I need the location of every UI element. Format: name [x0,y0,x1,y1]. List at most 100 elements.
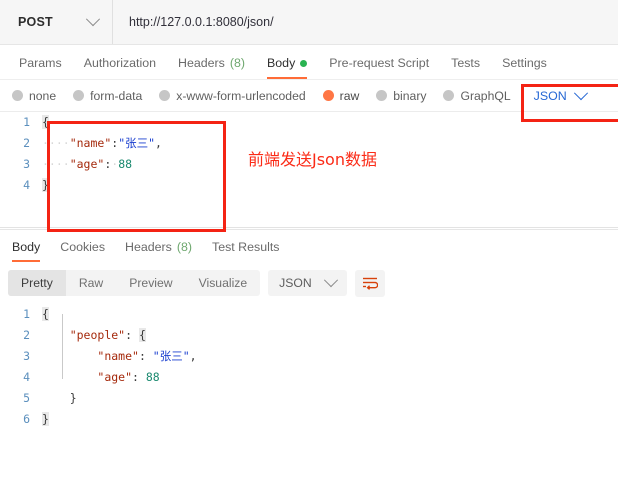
code-token: "age" [97,370,133,384]
code-token: : [125,328,139,342]
code-line: 1{ [0,112,618,133]
body-type-form-data[interactable]: form-data [73,89,142,103]
body-type-binary[interactable]: binary [376,89,426,103]
code-line-text: "age": 88 [42,367,160,388]
body-type-form-data-label: form-data [90,88,143,103]
code-token: } [69,391,77,405]
http-method-dropdown[interactable]: POST [0,0,113,44]
response-body-editor[interactable]: 1{2 "people": {3 "name": "张三", 4 "age": 8… [0,304,618,472]
code-token: } [42,178,49,192]
line-number: 2 [23,136,30,150]
code-line: 3 "name": "张三", [0,346,618,367]
code-token: "张三" [118,136,156,150]
response-tab-body-label: Body [12,240,41,254]
line-number: 1 [23,115,30,129]
code-line: 1{ [0,304,618,325]
code-line: 2 "people": { [0,325,618,346]
code-token: 88 [118,157,133,171]
response-tab-cookies-label: Cookies [60,240,106,254]
tab-authorization[interactable]: Authorization [73,56,167,79]
response-view-switch: Pretty Raw Preview Visualize [8,270,261,296]
response-tab-cookies[interactable]: Cookies [50,240,115,262]
body-type-urlencoded-label: x-www-form-urlencoded [176,88,306,103]
radio-icon [73,90,85,101]
code-token: , [155,136,162,150]
body-type-none[interactable]: none [12,89,56,103]
response-tab-headers-count: (8) [176,240,193,254]
body-type-raw[interactable]: raw [322,89,359,103]
line-number: 6 [23,412,30,426]
body-format-dropdown[interactable]: JSON [534,85,588,103]
radio-icon [443,90,455,101]
tab-settings-label: Settings [502,56,547,70]
response-view-pretty[interactable]: Pretty [8,270,66,296]
radio-icon [12,90,23,101]
response-body-code[interactable]: 1{2 "people": {3 "name": "张三", 4 "age": 8… [0,304,618,430]
line-number: 5 [23,391,30,405]
code-token: : [138,349,153,363]
code-token: "name" [69,136,112,150]
tab-headers-count: (8) [229,56,246,70]
tab-body-label: Body [267,56,296,70]
code-line-text: "name": "张三", [42,346,197,367]
body-type-binary-label: binary [393,88,427,103]
tab-body[interactable]: Body [256,56,318,79]
code-line-text: } [42,175,49,196]
code-line-text: ····"age":·88 [42,154,132,175]
response-tab-body[interactable]: Body [2,240,50,262]
code-line: 6} [0,409,618,430]
code-token: "people" [69,328,126,342]
line-number: 4 [23,178,30,192]
code-token: "张三" [152,349,190,363]
chevron-down-icon [323,273,338,288]
response-view-visualize[interactable]: Visualize [186,270,261,296]
url-input[interactable]: http://127.0.0.1:8080/json/ [113,0,618,44]
line-number: 3 [23,157,30,171]
request-tabs: Params Authorization Headers (8) Body Pr… [0,45,618,80]
code-token: ···· [42,157,70,171]
chevron-down-icon [85,12,101,27]
body-type-graphql-label: GraphQL [460,88,511,103]
code-token: : [132,370,146,384]
wrap-text-button[interactable] [354,269,385,297]
tab-tests-label: Tests [451,56,481,70]
code-line-text: } [42,388,77,409]
code-line: 5 } [0,388,618,409]
tab-pre-request-script[interactable]: Pre-request Script [318,56,440,79]
tab-params-label: Params [19,56,62,70]
response-format-dropdown[interactable]: JSON [268,270,347,296]
line-number: 2 [23,328,30,342]
code-token: 88 [145,370,160,384]
tab-headers[interactable]: Headers (8) [167,56,256,79]
wrap-text-icon [362,277,378,290]
tab-settings[interactable]: Settings [491,56,558,79]
code-token: { [42,115,49,129]
response-tab-test-results[interactable]: Test Results [202,240,289,262]
code-line: 4 "age": 88 [0,367,618,388]
code-line: 4} [0,175,618,196]
response-view-preview[interactable]: Preview [116,270,185,296]
response-view-raw[interactable]: Raw [66,270,116,296]
tab-params[interactable]: Params [8,56,73,79]
code-line-text: ····"name":"张三", [42,133,162,154]
code-token: , [189,349,197,363]
response-tab-headers-label: Headers [125,240,172,254]
line-number: 3 [23,349,30,363]
http-method-label: POST [18,15,53,29]
radio-icon [376,90,388,101]
code-line-text: { [42,112,49,133]
body-type-row: none form-data x-www-form-urlencoded raw… [0,80,618,111]
code-token: { [138,328,146,342]
body-type-graphql[interactable]: GraphQL [443,88,511,103]
body-type-urlencoded[interactable]: x-www-form-urlencoded [159,88,306,103]
tab-pre-request-script-label: Pre-request Script [329,56,430,70]
code-line-text: { [42,304,49,325]
response-format-label: JSON [279,276,312,290]
tab-tests[interactable]: Tests [440,56,491,79]
radio-icon [159,90,171,101]
response-tab-headers[interactable]: Headers (8) [115,240,202,262]
line-number: 4 [23,370,30,384]
